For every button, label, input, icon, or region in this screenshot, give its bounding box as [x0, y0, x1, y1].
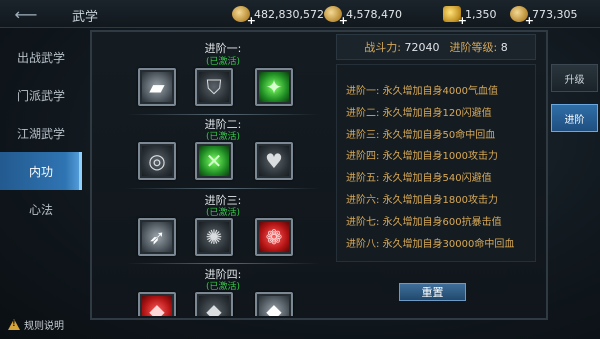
effect-item: 进阶七: 永久增加自身600抗暴击值: [346, 216, 502, 228]
power-label: 战斗力:: [364, 41, 401, 54]
effect-item: 进阶一: 永久增加自身4000气血值: [346, 86, 498, 97]
nav-item-sect-skills[interactable]: 门派武学: [0, 76, 82, 114]
stage-status: (已激活): [205, 208, 241, 218]
level-label: 进阶等级:: [449, 41, 498, 54]
whirl-skill-icon[interactable]: ✺: [195, 218, 233, 256]
top-bar: ⟵ 武学 482,830,572 4,578,470 1,350 773,305: [0, 0, 600, 28]
nav-item-battle-skills[interactable]: 出战武学: [0, 38, 82, 76]
skill-icon[interactable]: ◆: [138, 292, 176, 316]
effect-item: 进阶五: 永久增加自身540闪避值: [346, 173, 492, 185]
tab-advance[interactable]: 进阶: [551, 104, 598, 132]
resource-coin[interactable]: 482,830,572: [232, 5, 324, 27]
wing-blade-skill-icon[interactable]: ➶: [138, 218, 176, 256]
power-value: 72040: [404, 41, 440, 54]
resource-ingot[interactable]: 4,578,470: [324, 5, 402, 27]
divider: [126, 114, 320, 115]
reset-button[interactable]: 重置: [399, 283, 466, 301]
warning-icon: [8, 319, 20, 330]
nav-item-mind-method[interactable]: 心法: [0, 190, 82, 228]
stage-status: (已激活): [205, 132, 241, 142]
skill-icon[interactable]: ◆: [255, 292, 293, 316]
effect-item: 进阶八: 永久增加自身30000命中回血: [346, 238, 515, 250]
effects-list: 进阶一: 永久增加自身4000气血值 进阶二: 永久增加自身120闪避值 进阶三…: [336, 64, 536, 262]
skill-icon[interactable]: ◆: [195, 292, 233, 316]
shield-skill-icon[interactable]: ⛉: [195, 68, 233, 106]
ingot-value: 4,578,470: [346, 7, 402, 21]
token-value: 1,350: [465, 7, 497, 21]
coin-icon: [232, 6, 256, 27]
effect-item: 进阶四: 永久增加自身1000攻击力: [346, 151, 498, 163]
page-title: 武学: [72, 10, 99, 25]
blade-skill-icon[interactable]: ▰: [138, 68, 176, 106]
green-slash-skill-icon[interactable]: ✕: [195, 142, 233, 180]
ingot-icon: [324, 6, 348, 27]
stats-bar: 战斗力: 72040 进阶等级: 8: [336, 34, 536, 60]
red-swirl-skill-icon[interactable]: ❁: [255, 218, 293, 256]
gold-ingot-icon: [510, 6, 534, 27]
level-value: 8: [500, 41, 508, 54]
left-nav: 出战武学 门派武学 江湖武学 内功 心法: [0, 38, 82, 228]
resource-token[interactable]: 1,350: [443, 5, 497, 27]
advancement-tree[interactable]: 进阶一: (已激活) ▰ ⛉ ✦ 进阶二: (已激活) ◎ ✕ ♥ 进阶三: (…: [120, 34, 326, 316]
back-arrow-icon[interactable]: ⟵: [4, 4, 48, 24]
divider: [126, 263, 320, 264]
heart-skill-icon[interactable]: ♥: [255, 142, 293, 180]
nav-item-jianghu-skills[interactable]: 江湖武学: [0, 114, 82, 152]
tab-upgrade[interactable]: 升级: [551, 64, 598, 92]
rules-label: 规则说明: [24, 321, 64, 332]
effect-item: 进阶三: 永久增加自身50命中回血: [346, 129, 496, 141]
effect-item: 进阶二: 永久增加自身120闪避值: [346, 107, 492, 119]
nav-item-inner-power[interactable]: 内功: [0, 152, 82, 190]
green-aura-skill-icon[interactable]: ✦: [255, 68, 293, 106]
token-icon: [443, 6, 467, 27]
target-skill-icon[interactable]: ◎: [138, 142, 176, 180]
stage-status: (已激活): [205, 57, 241, 67]
resource-gold-ingot[interactable]: 773,305: [510, 5, 578, 27]
stage-status: (已激活): [205, 282, 241, 292]
effect-item: 进阶六: 永久增加自身1800攻击力: [346, 194, 498, 206]
divider: [126, 188, 320, 189]
gold-ingot-value: 773,305: [532, 7, 578, 21]
coin-value: 482,830,572: [254, 7, 324, 21]
rules-button[interactable]: 规则说明: [8, 317, 64, 332]
